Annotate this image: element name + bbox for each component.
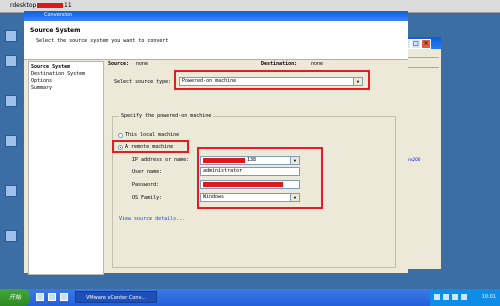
tray-icon[interactable] <box>434 294 440 300</box>
dialog-titlebar: Conversion <box>24 11 408 21</box>
highlight-box-credentials <box>197 147 323 209</box>
conversion-dialog: Conversion Source System Select the sour… <box>24 11 408 275</box>
page-title: Source System <box>30 27 81 34</box>
rdesktop-title-suffix: 11 <box>64 2 72 9</box>
wizard-steps: Source System Destination System Options… <box>28 61 104 275</box>
view-source-details-link[interactable]: View source details... <box>119 216 185 222</box>
wizard-header: Source System Select the source system y… <box>24 21 408 60</box>
desktop-icon-1[interactable] <box>5 30 17 42</box>
os-family-label: OS Family: <box>132 195 163 201</box>
step-summary[interactable]: Summary <box>31 85 52 91</box>
tray-icon[interactable] <box>452 294 458 300</box>
desktop-icon-4[interactable] <box>5 135 17 147</box>
select-source-type-label: Select source type: <box>114 79 172 85</box>
desktop-icon[interactable] <box>60 293 68 301</box>
system-tray: 10:01 <box>430 289 500 306</box>
ie-icon[interactable] <box>36 293 44 301</box>
highlight-box-source-type <box>174 70 370 90</box>
folder-icon[interactable] <box>48 293 56 301</box>
desktop-icon-2[interactable] <box>5 55 17 67</box>
radio-this-local-machine[interactable] <box>118 133 123 138</box>
highlight-box-remote <box>112 140 189 153</box>
user-name-label: User name: <box>132 169 163 175</box>
group-label: Specify the powered-on machine <box>119 113 214 119</box>
taskbar: 开始 VMware vCenter Conv... 10:01 <box>0 289 500 306</box>
destination-value: none <box>311 61 324 67</box>
tray-icon[interactable] <box>461 294 467 300</box>
desktop-icon-5[interactable] <box>5 185 17 197</box>
password-label: Password: <box>132 182 160 188</box>
destination-label: Destination: <box>261 61 298 67</box>
source-label: Source: <box>108 61 130 67</box>
step-source-system[interactable]: Source System <box>31 64 70 70</box>
step-destination-system[interactable]: Destination System <box>31 71 85 77</box>
start-button[interactable]: 开始 <box>0 289 30 306</box>
radio-local-label: This local machine <box>125 132 180 138</box>
clock: 10:01 <box>481 294 496 300</box>
ip-label: IP address or name: <box>132 157 190 163</box>
dialog-title: Conversion <box>44 12 73 18</box>
step-options[interactable]: Options <box>31 78 52 84</box>
taskbar-item-vcenter-converter[interactable]: VMware vCenter Conv... <box>75 291 157 303</box>
maximize-icon[interactable]: □ <box>411 39 421 49</box>
rdesktop-title: rdesktop - <box>10 2 41 9</box>
desktop-icon-3[interactable] <box>5 95 17 107</box>
source-value: none <box>136 61 149 67</box>
page-subtitle: Select the source system you want to con… <box>36 38 169 44</box>
close-icon[interactable]: × <box>421 39 431 49</box>
wizard-content: Source: none Destination: none Select so… <box>104 61 408 273</box>
desktop-icon-6[interactable] <box>5 230 17 242</box>
redacted-hostname <box>37 3 63 8</box>
tray-icon[interactable] <box>443 294 449 300</box>
